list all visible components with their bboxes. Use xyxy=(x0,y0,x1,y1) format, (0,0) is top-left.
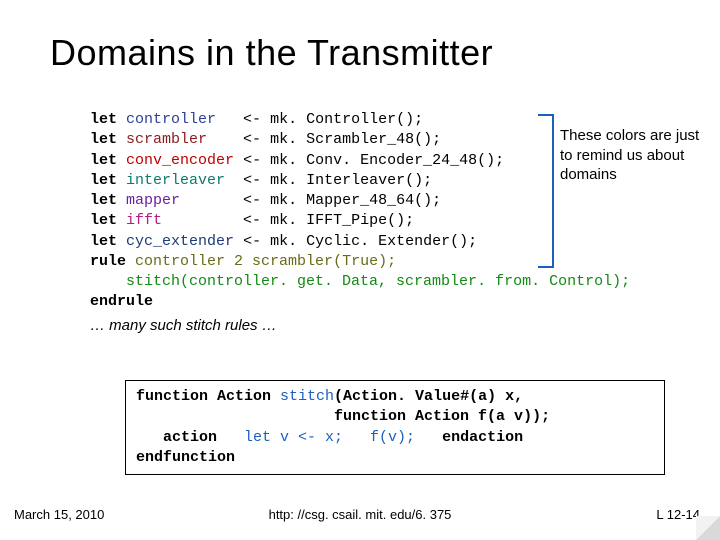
var-ifft: ifft xyxy=(126,212,162,229)
kw-let: let xyxy=(90,111,117,128)
var-interleaver: interleaver xyxy=(126,172,225,189)
var-controller: controller xyxy=(126,111,216,128)
func-sig-params1: (Action. Value#(a) x, xyxy=(334,388,523,405)
stitch-call: stitch(controller. get. Data, scrambler.… xyxy=(90,273,630,290)
footer-url: http: //csg. csail. mit. edu/6. 375 xyxy=(0,507,720,522)
kw-let: let xyxy=(90,152,117,169)
rhs-mapper: mk. Mapper_48_64(); xyxy=(270,192,441,209)
rhs-cyc-extender: mk. Cyclic. Extender(); xyxy=(270,233,477,250)
func-endfunction: endfunction xyxy=(136,449,235,466)
func-endaction-kw: endaction xyxy=(415,429,523,446)
rhs-interleaver: mk. Interleaver(); xyxy=(270,172,432,189)
var-mapper: mapper xyxy=(126,192,180,209)
var-cyc-extender: cyc_extender xyxy=(126,233,234,250)
func-sig-params2: function Action f(a v)); xyxy=(136,408,550,425)
kw-rule: rule xyxy=(90,253,126,270)
kw-endrule: endrule xyxy=(90,293,153,310)
kw-let: let xyxy=(90,233,117,250)
func-sig-kw: function Action xyxy=(136,388,280,405)
rule-name: controller 2 scrambler(True); xyxy=(135,253,396,270)
bracket-icon xyxy=(538,114,554,268)
page-curl-icon xyxy=(696,516,720,540)
slide-title: Domains in the Transmitter xyxy=(50,32,493,74)
footer-page: L 12-14 xyxy=(656,507,700,522)
rhs-controller: mk. Controller(); xyxy=(270,111,423,128)
kw-let: let xyxy=(90,172,117,189)
var-conv-encoder: conv_encoder xyxy=(126,152,234,169)
function-box: function Action stitch(Action. Value#(a)… xyxy=(125,380,665,475)
func-action-kw: action xyxy=(136,429,244,446)
rhs-scrambler: mk. Scrambler_48(); xyxy=(270,131,441,148)
func-name: stitch xyxy=(280,388,334,405)
slide: Domains in the Transmitter let controlle… xyxy=(0,0,720,540)
kw-let: let xyxy=(90,192,117,209)
trail-note: … many such stitch rules … xyxy=(90,317,650,334)
rhs-ifft: mk. IFFT_Pipe(); xyxy=(270,212,414,229)
kw-let: let xyxy=(90,131,117,148)
annotation-text: These colors are just to remind us about… xyxy=(560,126,710,185)
kw-let: let xyxy=(90,212,117,229)
func-body: let v <- x; f(v); xyxy=(244,429,415,446)
var-scrambler: scrambler xyxy=(126,131,207,148)
rhs-conv-encoder: mk. Conv. Encoder_24_48(); xyxy=(270,152,504,169)
